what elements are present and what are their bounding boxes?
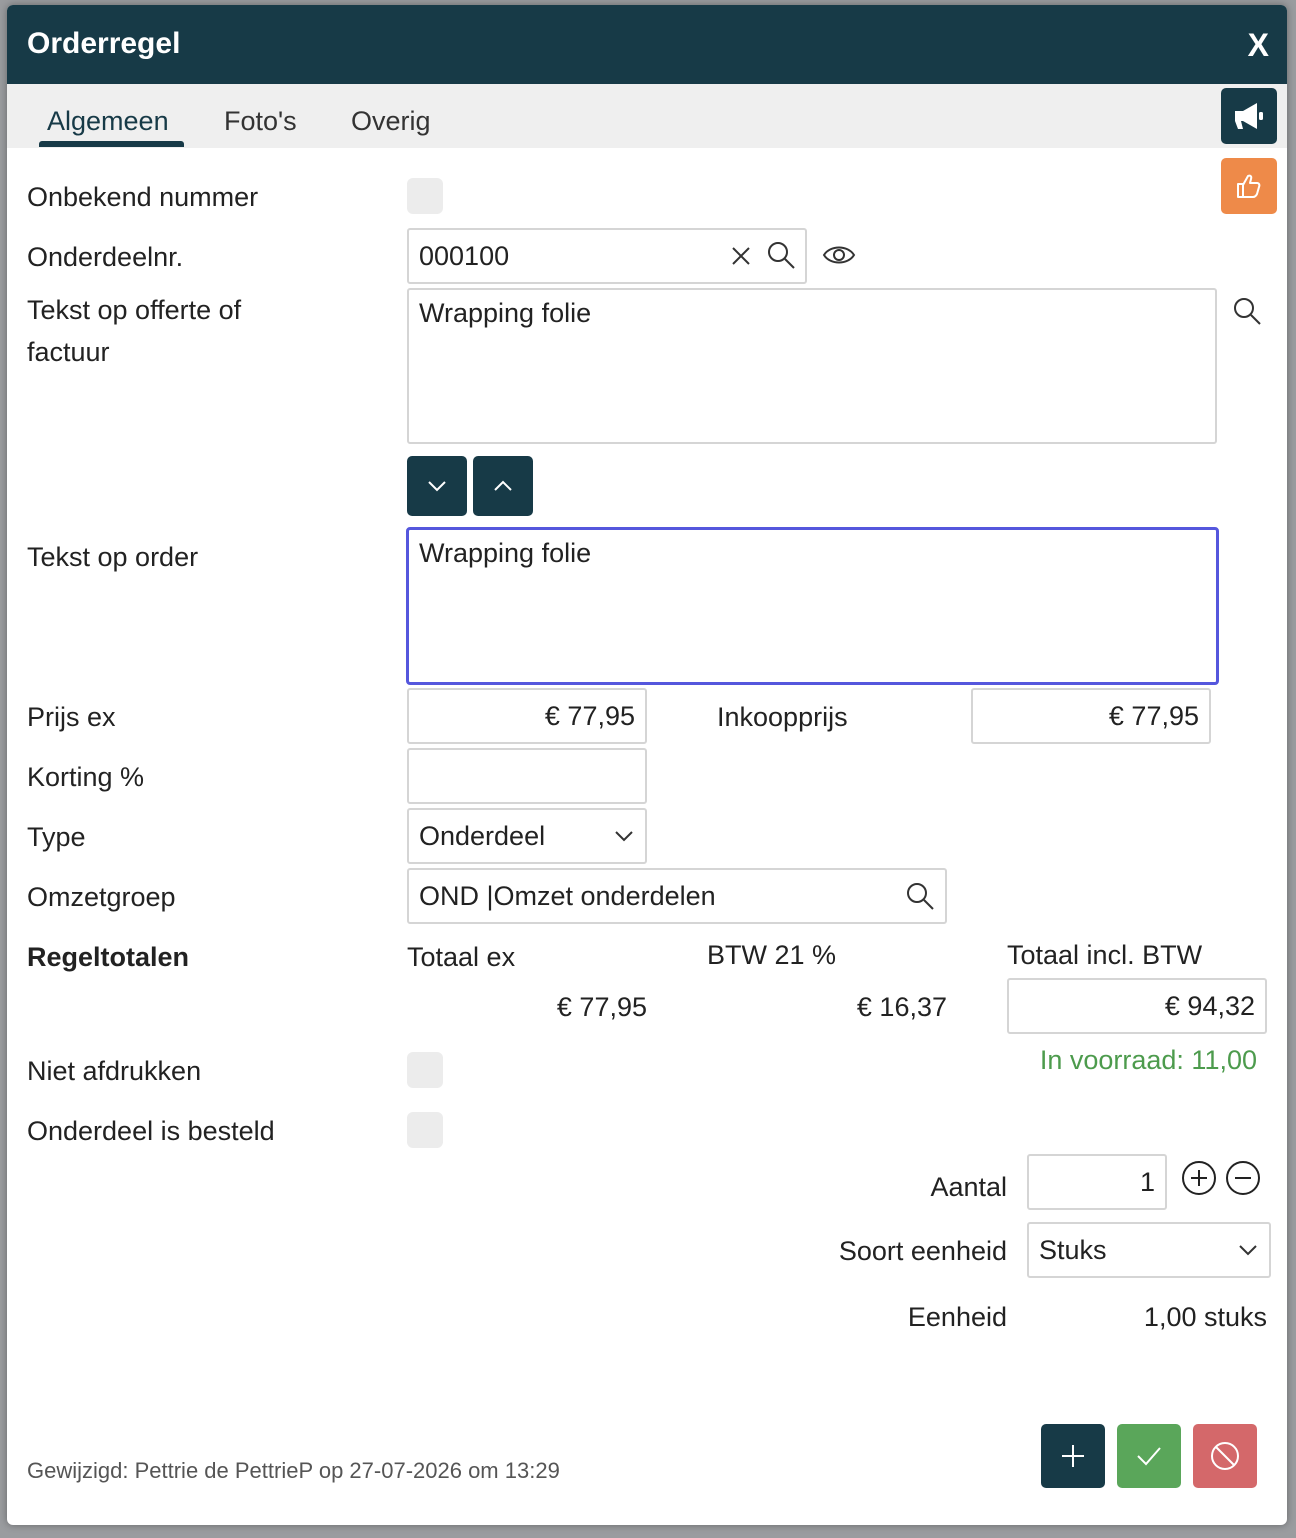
clear-icon[interactable] [727, 241, 755, 271]
search-offerte-icon[interactable] [1231, 295, 1263, 327]
inkoopprijs-input[interactable]: € 77,95 [971, 688, 1211, 744]
thumbs-up-icon [1237, 174, 1261, 198]
cancel-button[interactable] [1193, 1424, 1257, 1488]
btw-value: € 16,37 [856, 992, 947, 1022]
plus-icon [1062, 1445, 1084, 1467]
omzetgroep-label: Omzetgroep [27, 882, 176, 912]
soort-eenheid-value: Stuks [1039, 1234, 1107, 1265]
soort-eenheid-select[interactable]: Stuks [1027, 1222, 1271, 1278]
chevron-down-icon [428, 481, 446, 492]
announcement-button[interactable] [1221, 88, 1277, 144]
aantal-value: 1 [1139, 1166, 1155, 1197]
minus-circle-icon [1226, 1161, 1260, 1195]
add-button[interactable] [1041, 1424, 1105, 1488]
prijs-ex-label: Prijs ex [27, 702, 116, 732]
chevron-down-icon [1239, 1245, 1257, 1256]
niet-afdrukken-label: Niet afdrukken [27, 1056, 202, 1086]
dialog-title: Orderregel [27, 27, 181, 60]
onderdeelnr-value: 000100 [419, 240, 510, 271]
tekst-order-textarea[interactable]: Wrapping folie [406, 527, 1219, 685]
active-tab-indicator [39, 141, 184, 147]
orderregel-dialog: Orderregel X Algemeen Foto's Overig Onbe… [7, 5, 1287, 1525]
tab-overig[interactable]: Overig [351, 106, 431, 137]
save-button[interactable] [1117, 1424, 1181, 1488]
modified-info: Gewijzigd: Pettrie de PettrieP op 27-07-… [27, 1458, 560, 1483]
korting-label: Korting % [27, 762, 145, 792]
tekst-offerte-value: Wrapping folie [419, 298, 592, 328]
tekst-order-value: Wrapping folie [419, 538, 592, 568]
check-icon [1137, 1447, 1161, 1466]
regeltotalen-label: Regeltotalen [27, 942, 190, 972]
chevron-down-icon [615, 831, 633, 842]
plus-circle-icon [1182, 1161, 1216, 1195]
type-label: Type [27, 822, 86, 852]
decrement-button[interactable] [1225, 1160, 1261, 1196]
aantal-input[interactable]: 1 [1027, 1154, 1167, 1210]
copy-down-button[interactable] [407, 456, 467, 516]
tab-fotos[interactable]: Foto's [224, 106, 297, 137]
onbekend-nummer-label: Onbekend nummer [27, 182, 259, 212]
korting-input[interactable] [407, 748, 647, 804]
omzetgroep-value: OND |Omzet onderdelen [419, 880, 716, 911]
tekst-offerte-textarea[interactable]: Wrapping folie [407, 288, 1217, 444]
close-button[interactable]: X [1248, 27, 1269, 64]
prijs-ex-input[interactable]: € 77,95 [407, 688, 647, 744]
feedback-button[interactable] [1221, 158, 1277, 214]
search-icon[interactable] [905, 881, 935, 911]
soort-eenheid-label: Soort eenheid [838, 1236, 1007, 1266]
chevron-up-icon [494, 480, 512, 491]
niet-afdrukken-checkbox[interactable] [407, 1052, 443, 1088]
totaal-ex-label: Totaal ex [407, 942, 516, 972]
prijs-ex-value: € 77,95 [544, 700, 635, 731]
btw-label: BTW 21 % [707, 940, 837, 970]
aantal-label: Aantal [930, 1172, 1007, 1202]
totaal-ex-value: € 77,95 [556, 992, 647, 1022]
eye-icon[interactable] [821, 241, 857, 269]
copy-up-button[interactable] [473, 456, 533, 516]
besteld-label: Onderdeel is besteld [27, 1116, 275, 1146]
inkoopprijs-label: Inkoopprijs [717, 702, 848, 732]
totaal-incl-value: € 94,32 [1164, 990, 1255, 1021]
tab-algemeen[interactable]: Algemeen [47, 106, 169, 137]
stock-status: In voorraad: 11,00 [1039, 1045, 1257, 1075]
dialog-header: Orderregel X [7, 5, 1287, 84]
totaal-incl-label: Totaal incl. BTW [1007, 940, 1203, 970]
megaphone-icon [1235, 103, 1263, 129]
onbekend-nummer-checkbox[interactable] [407, 178, 443, 214]
tekst-order-label: Tekst op order [27, 542, 199, 572]
besteld-checkbox[interactable] [407, 1112, 443, 1148]
tab-bar: Algemeen Foto's Overig [7, 84, 1287, 148]
inkoopprijs-value: € 77,95 [1108, 700, 1199, 731]
eenheid-value: 1,00 stuks [1143, 1302, 1267, 1332]
ban-icon [1211, 1442, 1239, 1470]
type-value: Onderdeel [419, 820, 546, 851]
type-select[interactable]: Onderdeel [407, 808, 647, 864]
onderdeelnr-label: Onderdeelnr. [27, 242, 184, 272]
totaal-incl-input[interactable]: € 94,32 [1007, 978, 1267, 1034]
increment-button[interactable] [1181, 1160, 1217, 1196]
tekst-offerte-label: Tekst op offerte of factuur [27, 295, 242, 367]
search-icon[interactable] [765, 239, 797, 271]
omzetgroep-input[interactable]: OND |Omzet onderdelen [407, 868, 947, 924]
eenheid-label: Eenheid [907, 1302, 1007, 1332]
